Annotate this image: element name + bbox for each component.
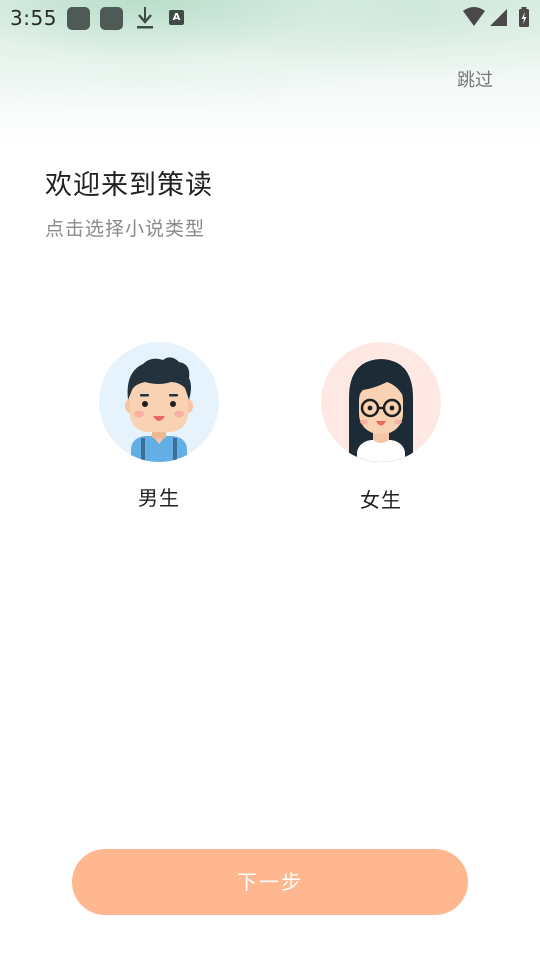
gender-label-male: 男生 xyxy=(138,486,180,510)
download-icon xyxy=(137,7,153,29)
gender-option-male[interactable]: 男生 xyxy=(99,342,219,511)
app-icon xyxy=(67,7,90,30)
status-bar: 3:55 A xyxy=(0,0,540,36)
wifi-icon xyxy=(463,7,485,26)
gender-label-female: 女生 xyxy=(360,488,402,512)
status-time: 3:55 xyxy=(10,6,57,30)
skip-button[interactable]: 跳过 xyxy=(457,66,493,92)
boy-avatar-icon[interactable] xyxy=(99,342,219,462)
onboarding-screen: 3:55 A 跳过 欢迎来到策读 点击选择小说类型 男生 女生 下一步 xyxy=(0,0,540,960)
system-status-icons xyxy=(463,7,529,27)
battery-charging-icon xyxy=(519,7,529,27)
cellular-signal-icon xyxy=(490,9,507,26)
font-a-icon: A xyxy=(169,10,184,25)
app-icon xyxy=(100,7,123,30)
welcome-title: 欢迎来到策读 xyxy=(45,170,213,201)
gender-option-female[interactable]: 女生 xyxy=(321,342,441,513)
next-step-button[interactable]: 下一步 xyxy=(72,849,468,915)
welcome-subtitle: 点击选择小说类型 xyxy=(45,218,206,240)
girl-avatar-icon[interactable] xyxy=(321,342,441,462)
